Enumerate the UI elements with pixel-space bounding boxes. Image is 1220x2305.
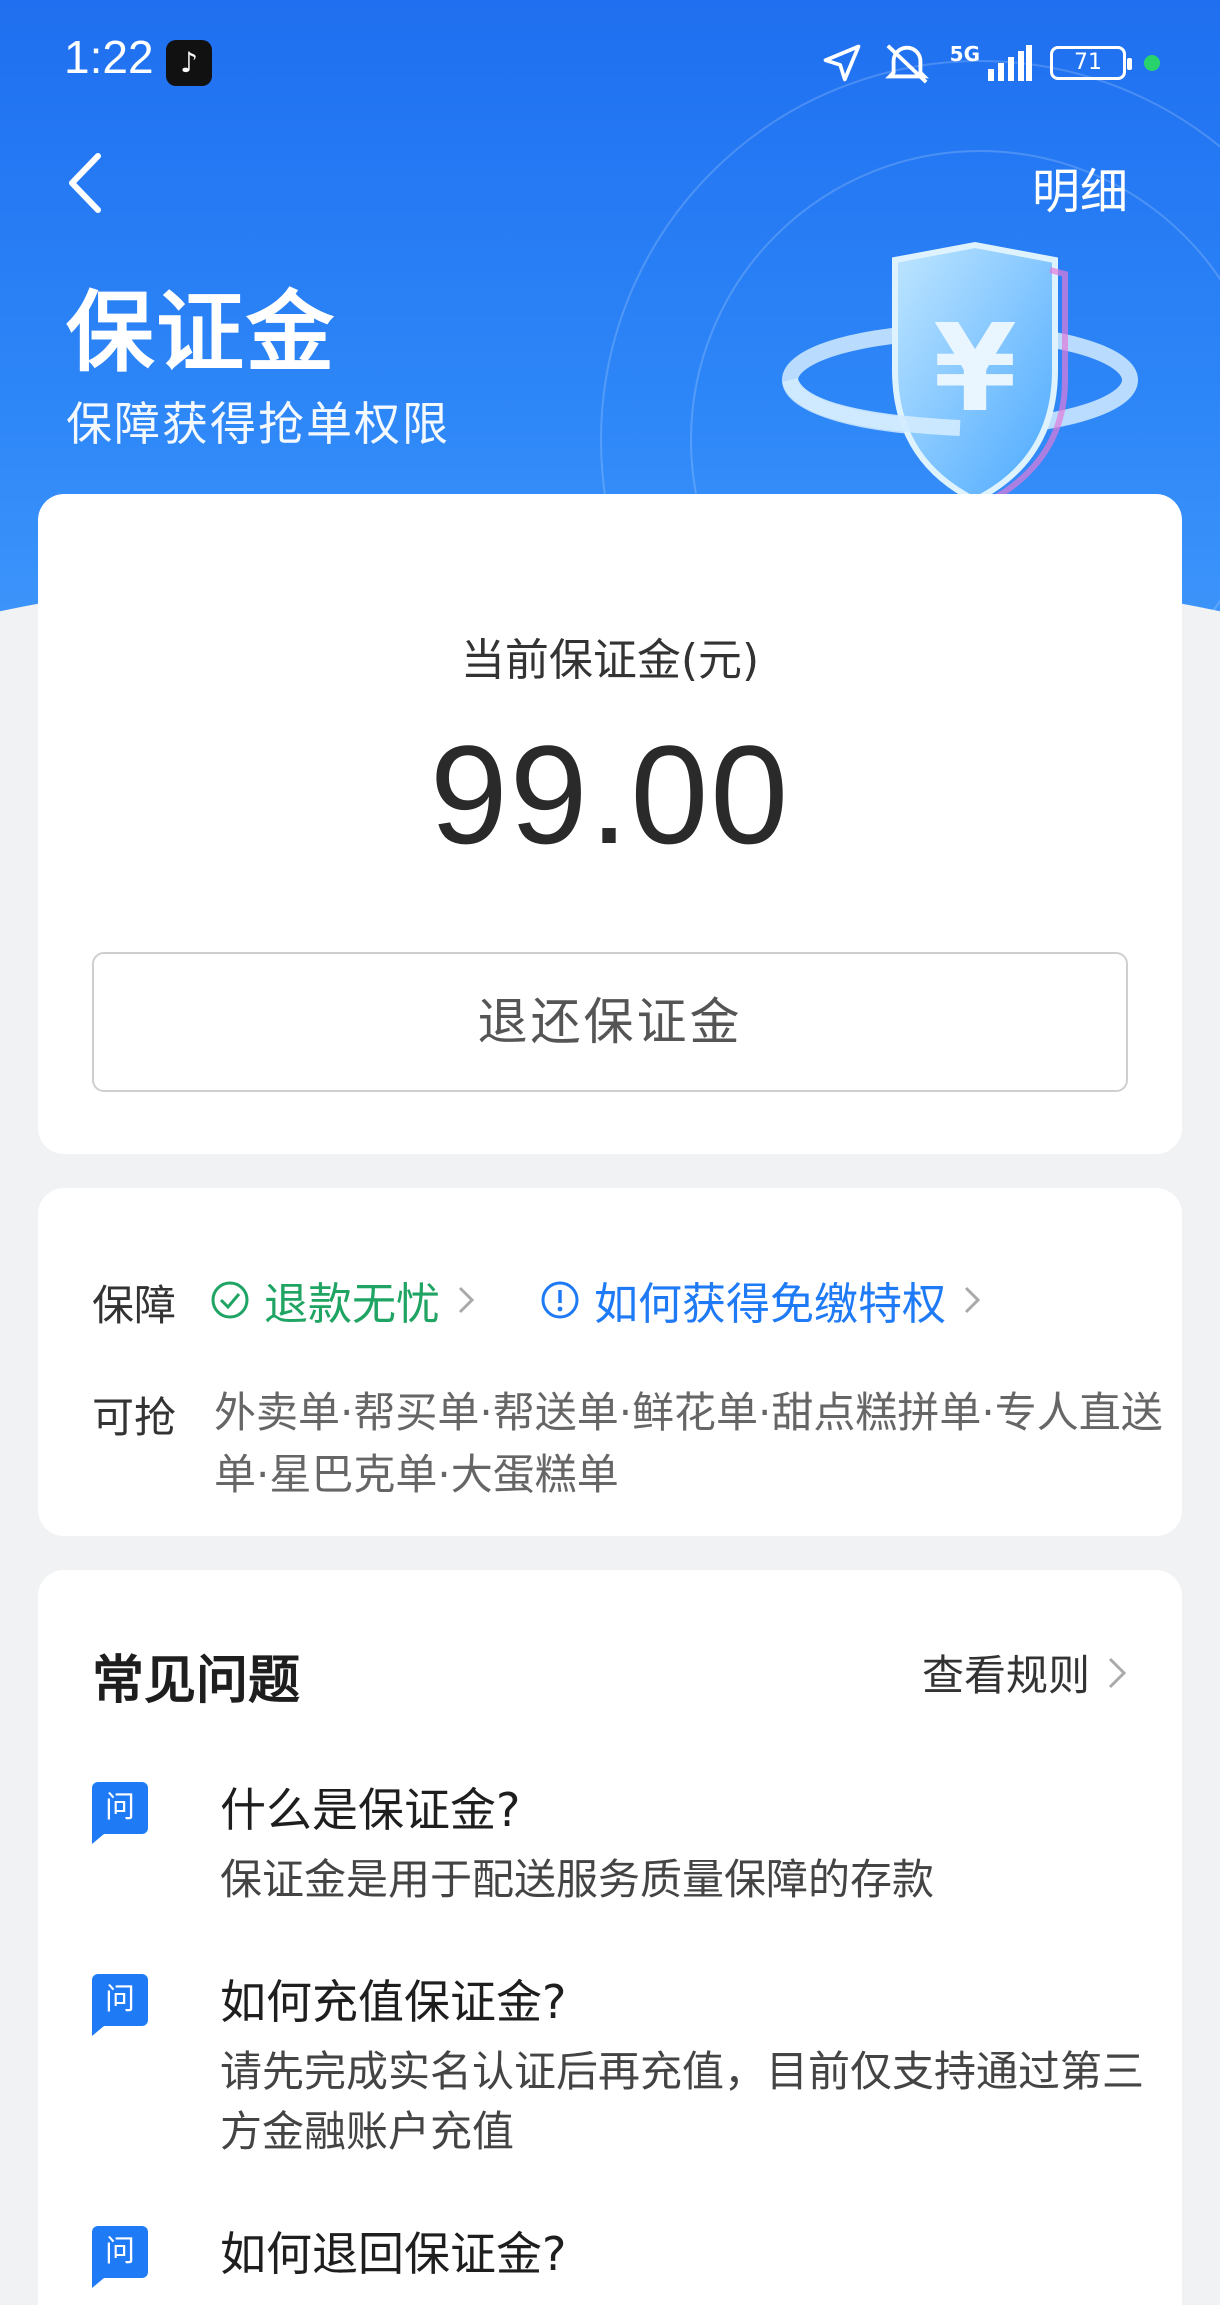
question-badge-icon: 问 bbox=[92, 1782, 148, 1844]
faq-answer: 请先完成实名认证后再充值，目前仅支持通过第三方金融账户充值 bbox=[220, 2047, 1145, 2156]
page-subtitle: 保障获得抢单权限 bbox=[66, 397, 450, 451]
refund-worry-free-label: 退款无忧 bbox=[264, 1279, 440, 1330]
faq-question: 如何退回保证金? bbox=[220, 2227, 567, 2281]
chevron-right-icon bbox=[1108, 1657, 1127, 1688]
svg-text:¥: ¥ bbox=[933, 300, 1017, 439]
balance-label: 当前保证金(元) bbox=[460, 635, 760, 686]
faq-answer: 保证金是用于配送服务质量保障的存款 bbox=[220, 1855, 935, 1904]
grab-order-types: 外卖单·帮买单·帮送单·鲜花单·甜点糕拼单·专人直送单·星巴克单·大蛋糕单 bbox=[214, 1388, 1163, 1499]
signal-icon bbox=[988, 45, 1032, 81]
question-badge-icon: 问 bbox=[92, 1974, 148, 2036]
status-time: 1:22 bbox=[64, 31, 154, 83]
mute-bell-icon bbox=[884, 44, 929, 84]
faq-item: 问 如何退回保证金? bbox=[92, 2218, 1152, 2305]
status-icons: 5G 71 bbox=[820, 40, 1160, 86]
view-rules-link[interactable]: 查看规则 bbox=[922, 1642, 1128, 1703]
balance-card: 当前保证金(元) 99.00 退还保证金 bbox=[38, 494, 1182, 1154]
faq-question: 如何充值保证金? bbox=[220, 1975, 567, 2029]
chevron-right-icon bbox=[964, 1286, 981, 1314]
faq-title: 常见问题 bbox=[92, 1651, 301, 1711]
grab-label: 可抢 bbox=[92, 1393, 177, 1442]
free-privilege-link[interactable]: 如何获得免缴特权 bbox=[540, 1268, 996, 1332]
view-rules-label: 查看规则 bbox=[921, 1651, 1090, 1700]
refund-worry-free-link[interactable]: 退款无忧 bbox=[210, 1268, 490, 1332]
status-bar: 1:22 ♪ 5G 71 bbox=[0, 0, 1220, 125]
check-circle-icon bbox=[211, 1281, 249, 1319]
detail-link[interactable]: 明细 bbox=[1032, 152, 1128, 222]
battery-icon: 71 bbox=[1050, 46, 1132, 80]
battery-level: 71 bbox=[1074, 50, 1102, 75]
guarantee-label: 保障 bbox=[92, 1281, 177, 1330]
tiktok-notification-icon: ♪ bbox=[166, 40, 212, 86]
location-icon bbox=[823, 44, 860, 82]
faq-card: 常见问题 查看规则 问 什么是保证金? 保证金是用于配送服务质量保障的存款 问 … bbox=[38, 1570, 1182, 2305]
page-title: 保证金 bbox=[66, 281, 337, 384]
faq-item: 问 如何充值保证金? 请先完成实名认证后再充值，目前仅支持通过第三方金融账户充值 bbox=[92, 1966, 1152, 2166]
privacy-indicator bbox=[1144, 55, 1160, 71]
shield-yuan-illustration: ¥ bbox=[782, 241, 1138, 505]
info-circle-icon bbox=[541, 1281, 579, 1319]
refund-deposit-button[interactable]: 退还保证金 bbox=[92, 952, 1128, 1092]
faq-question: 什么是保证金? bbox=[220, 1783, 521, 1837]
chevron-right-icon bbox=[458, 1286, 475, 1314]
question-badge-icon: 问 bbox=[92, 2226, 148, 2288]
faq-item: 问 什么是保证金? 保证金是用于配送服务质量保障的存款 bbox=[92, 1774, 1152, 1934]
balance-value: 99.00 bbox=[429, 716, 791, 873]
network-label: 5G bbox=[949, 42, 980, 66]
free-privilege-label: 如何获得免缴特权 bbox=[594, 1279, 946, 1330]
back-arrow-icon[interactable] bbox=[62, 148, 112, 218]
guarantee-card: 保障 退款无忧 如何获得免缴特权 可抢 外卖单·帮买单·帮送单·鲜花单·甜点糕拼… bbox=[38, 1188, 1182, 1536]
